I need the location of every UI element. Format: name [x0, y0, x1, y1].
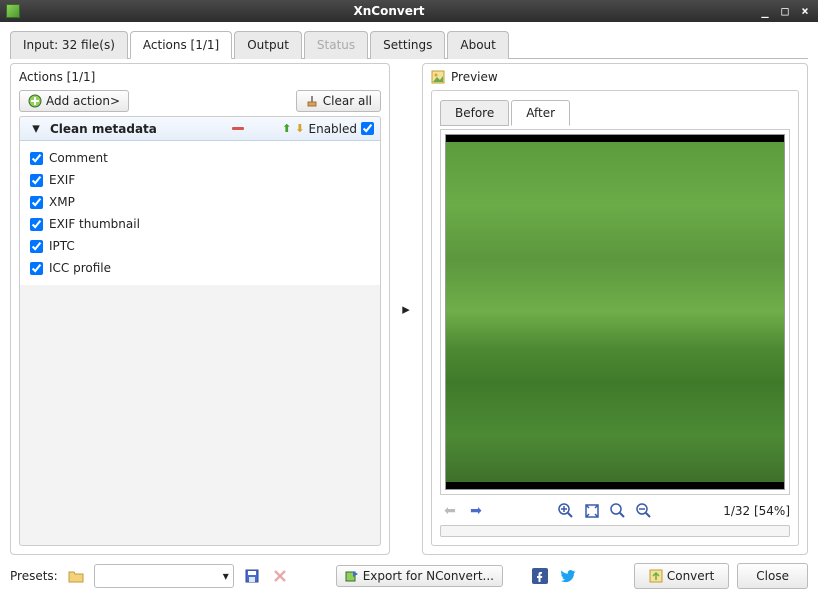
actions-panel-title: Actions [1/1]	[19, 70, 381, 84]
option-row: XMP	[28, 191, 372, 213]
option-checkbox[interactable]	[30, 152, 43, 165]
next-image-icon[interactable]: ➡	[466, 501, 486, 521]
app-icon	[6, 4, 20, 18]
option-row: ICC profile	[28, 257, 372, 279]
option-row: Comment	[28, 147, 372, 169]
convert-button[interactable]: Convert	[634, 563, 729, 589]
tab-input[interactable]: Input: 32 file(s)	[10, 31, 128, 59]
clear-all-label: Clear all	[323, 94, 372, 108]
action-body: Comment EXIF XMP EXIF thumbnail IPTC ICC prof…	[20, 141, 380, 285]
collapse-arrow-icon[interactable]: ▾	[26, 121, 46, 136]
presets-label: Presets:	[10, 569, 58, 583]
main-tabs: Input: 32 file(s) Actions [1/1] Output S…	[10, 30, 808, 59]
close-icon[interactable]: ×	[798, 4, 812, 18]
export-nconvert-button[interactable]: Export for NConvert...	[336, 565, 503, 587]
preview-title: Preview	[451, 70, 498, 84]
presets-combo[interactable]: ▾	[94, 564, 234, 588]
option-checkbox[interactable]	[30, 174, 43, 187]
move-up-icon[interactable]: ⬆	[282, 122, 291, 135]
zoom-out-icon[interactable]	[634, 501, 654, 521]
export-icon	[345, 569, 359, 583]
twitter-icon[interactable]	[558, 566, 578, 586]
plus-icon	[28, 94, 42, 108]
action-name: Clean metadata	[50, 122, 228, 136]
preview-icon	[431, 70, 445, 84]
option-label: EXIF thumbnail	[49, 217, 140, 231]
option-checkbox[interactable]	[30, 262, 43, 275]
action-list: ▾ Clean metadata ⬆ ⬇ Enabled Comment EXIF…	[19, 116, 381, 546]
option-label: Comment	[49, 151, 108, 165]
option-checkbox[interactable]	[30, 240, 43, 253]
add-action-label: Add action>	[46, 94, 120, 108]
clear-all-button[interactable]: Clear all	[296, 90, 381, 112]
option-label: XMP	[49, 195, 75, 209]
chevron-down-icon: ▾	[223, 569, 229, 583]
option-label: EXIF	[49, 173, 75, 187]
panel-collapse-icon[interactable]: ▸	[396, 302, 416, 317]
option-label: IPTC	[49, 239, 75, 253]
delete-preset-icon	[270, 566, 290, 586]
save-preset-icon[interactable]	[242, 566, 262, 586]
option-row: EXIF	[28, 169, 372, 191]
remove-action-icon[interactable]	[232, 127, 244, 130]
convert-label: Convert	[667, 569, 714, 583]
close-label: Close	[756, 569, 789, 583]
tab-settings[interactable]: Settings	[370, 31, 445, 59]
preview-status: 1/32 [54%]	[723, 504, 790, 518]
tab-output[interactable]: Output	[234, 31, 302, 59]
zoom-fit-icon[interactable]	[582, 501, 602, 521]
preview-panel: Preview Before After ⬅ ➡	[422, 63, 808, 555]
option-label: ICC profile	[49, 261, 111, 275]
title-bar: XnConvert _ □ ×	[0, 0, 818, 22]
window-title: XnConvert	[26, 4, 752, 18]
option-row: IPTC	[28, 235, 372, 257]
enabled-label: Enabled	[309, 122, 358, 136]
convert-icon	[649, 569, 663, 583]
tab-before[interactable]: Before	[440, 100, 509, 126]
maximize-icon[interactable]: □	[778, 4, 792, 18]
preview-image	[445, 134, 785, 490]
add-action-button[interactable]: Add action>	[19, 90, 129, 112]
actions-panel: Actions [1/1] Add action> Clear all	[10, 63, 390, 555]
open-preset-icon[interactable]	[66, 566, 86, 586]
action-header[interactable]: ▾ Clean metadata ⬆ ⬇ Enabled	[20, 117, 380, 141]
tab-actions[interactable]: Actions [1/1]	[130, 31, 232, 59]
broom-icon	[305, 94, 319, 108]
close-button[interactable]: Close	[737, 563, 808, 589]
option-checkbox[interactable]	[30, 196, 43, 209]
facebook-icon[interactable]	[530, 566, 550, 586]
preview-frame	[440, 129, 790, 495]
option-checkbox[interactable]	[30, 218, 43, 231]
minimize-icon[interactable]: _	[758, 4, 772, 18]
prev-image-icon[interactable]: ⬅	[440, 501, 460, 521]
move-down-icon[interactable]: ⬇	[295, 122, 304, 135]
tab-status: Status	[304, 31, 368, 59]
export-label: Export for NConvert...	[363, 569, 494, 583]
tab-after[interactable]: After	[511, 100, 570, 126]
preview-scrollbar[interactable]	[440, 525, 790, 537]
tab-about[interactable]: About	[447, 31, 508, 59]
zoom-in-icon[interactable]	[556, 501, 576, 521]
footer: Presets: ▾ Export for NConvert...	[10, 563, 808, 589]
zoom-actual-icon[interactable]	[608, 501, 628, 521]
enabled-checkbox[interactable]	[361, 122, 374, 135]
option-row: EXIF thumbnail	[28, 213, 372, 235]
